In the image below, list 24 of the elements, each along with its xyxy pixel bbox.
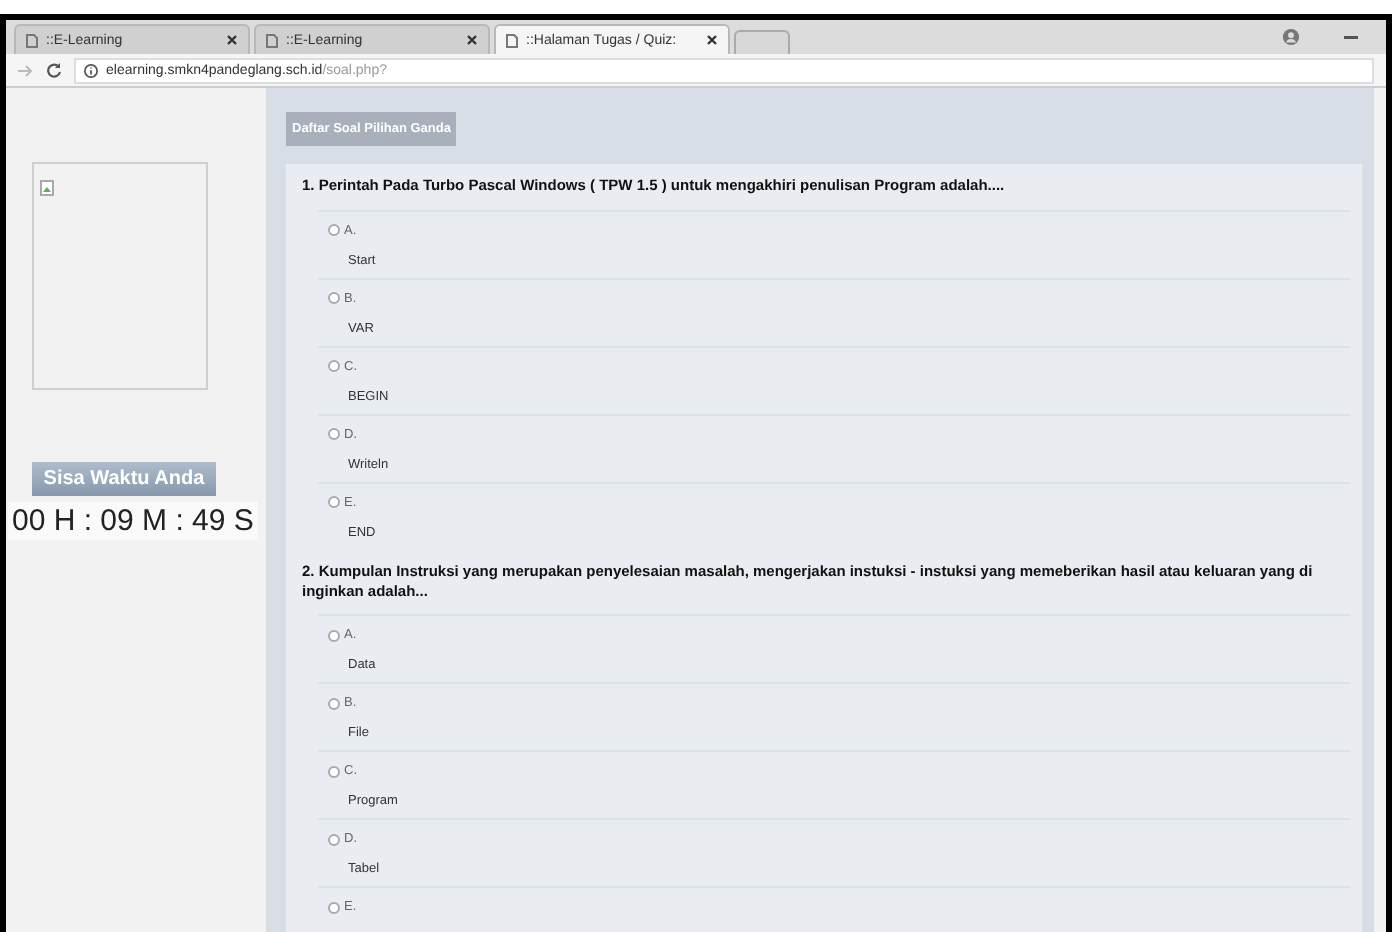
radio-button[interactable] [328,765,340,778]
close-icon[interactable] [466,34,478,46]
close-icon[interactable] [706,34,718,46]
radio-button[interactable] [328,496,340,509]
radio-button[interactable] [328,629,340,642]
radio-button[interactable] [328,360,340,373]
countdown-timer: 00 H : 09 M : 49 S [8,502,258,540]
new-tab-button[interactable] [734,30,790,54]
info-icon [84,63,98,77]
radio-button[interactable] [328,901,340,914]
radio-button[interactable] [328,697,340,710]
page-icon [266,33,278,47]
broken-image-icon [40,180,54,196]
account-icon[interactable] [1282,28,1300,46]
radio-button[interactable] [328,292,340,305]
close-icon[interactable] [226,34,238,46]
radio-button[interactable] [328,224,340,237]
reload-icon[interactable] [46,62,62,78]
radio-button[interactable] [328,833,340,846]
radio-button[interactable] [328,428,340,441]
minimize-icon[interactable] [1344,36,1358,40]
forward-arrow-icon[interactable] [18,63,34,77]
page-icon [506,33,518,47]
page-icon [26,33,38,47]
